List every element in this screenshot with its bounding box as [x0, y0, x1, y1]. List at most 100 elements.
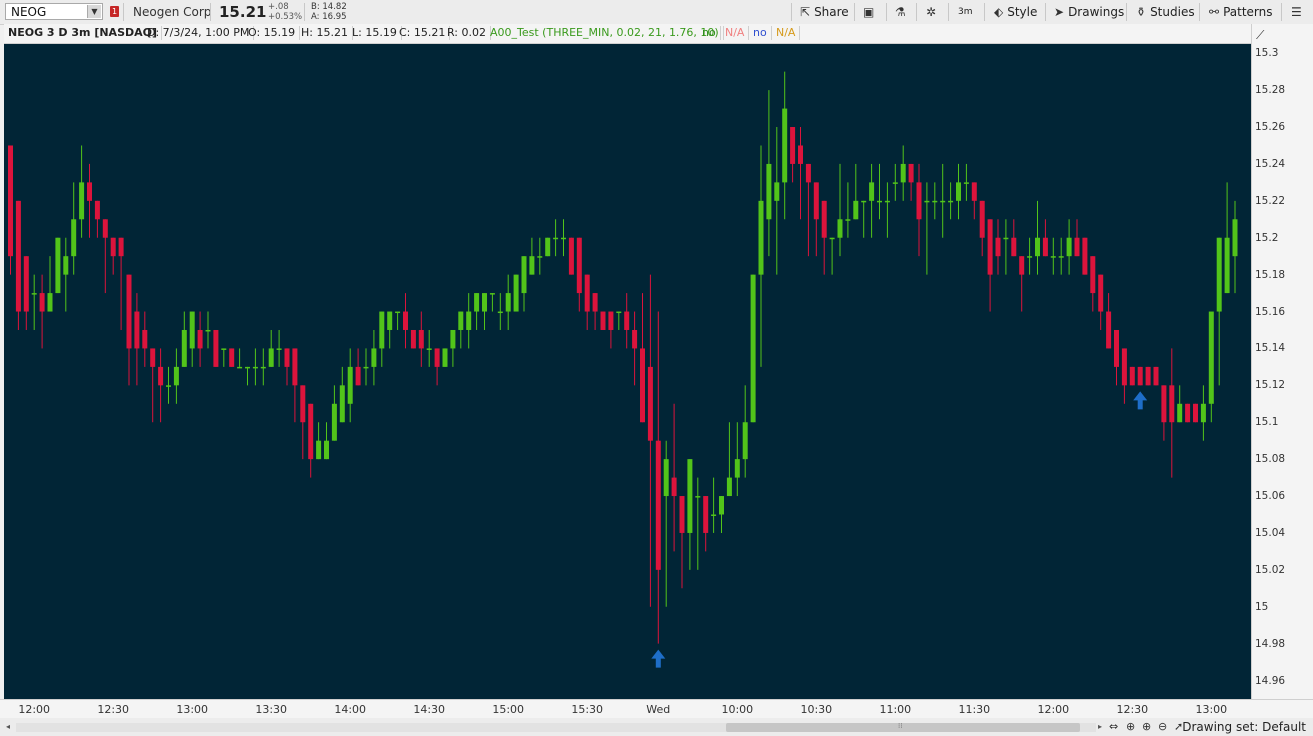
- candle-body: [426, 348, 432, 350]
- candle: [1153, 366, 1159, 386]
- candle-body: [379, 311, 385, 349]
- expand-axis-icon[interactable]: ⟋: [1256, 28, 1264, 43]
- alert-count-badge[interactable]: 1: [110, 6, 119, 17]
- candle-body: [932, 200, 938, 203]
- time-axis[interactable]: 12:00 12:30 13:00 13:30 14:00 14:30 15:00 15:30…: [0, 699, 1313, 718]
- ask-price: A: 16.95: [311, 12, 347, 22]
- net-change: +.08: [268, 2, 289, 12]
- candle: [363, 348, 369, 386]
- candle-body: [1200, 403, 1206, 423]
- candlestick-chart[interactable]: [4, 44, 1251, 699]
- style-button[interactable]: ⬖ Style: [994, 2, 1037, 22]
- time-tick-label: 11:00: [879, 703, 912, 716]
- candle: [324, 422, 329, 460]
- signal-up-arrow: [651, 649, 666, 668]
- candle: [869, 163, 875, 238]
- patterns-label: Patterns: [1223, 5, 1273, 19]
- patterns-button[interactable]: ⚯ Patterns: [1209, 2, 1273, 22]
- price-axis[interactable]: ⟋ 15.3 15.28 15.26 15.24 15.22 15.2 15.18 15.16…: [1251, 24, 1313, 699]
- candle-body: [600, 311, 606, 330]
- candle: [829, 237, 835, 275]
- candle-body: [442, 348, 448, 367]
- candle: [529, 237, 535, 275]
- settings-button[interactable]: ✲: [926, 2, 936, 22]
- candle-body: [284, 348, 290, 367]
- share-button[interactable]: ⇱ Share: [800, 2, 849, 22]
- zoom-in-icon[interactable]: ⊕: [1142, 720, 1151, 733]
- timeframe-label: 3m: [958, 7, 973, 17]
- candle-body: [711, 514, 717, 516]
- candle-body: [1232, 219, 1238, 257]
- candle-body: [292, 348, 298, 386]
- candle-body: [1027, 256, 1033, 258]
- candle: [284, 348, 290, 386]
- bottom-bar: ◂ ⁞⁞ ▸ ⇔ ⊕ ⊕ ⊖ ➚ Drawing set: Default: [0, 718, 1313, 736]
- candle: [173, 348, 179, 404]
- flask-button[interactable]: ⚗: [895, 2, 906, 22]
- legend-date: D: 7/3/24, 1:00 PM: [143, 26, 255, 40]
- drawing-set-label[interactable]: Drawing set: Default: [1182, 720, 1306, 734]
- legend-study-value-2: N/A: [721, 26, 750, 40]
- chart-title: NEOG 3 D 3m [NASDAQ]: [4, 26, 163, 40]
- candle: [640, 293, 645, 423]
- symbol-input[interactable]: NEOG ▼: [5, 3, 103, 20]
- timeframe-button[interactable]: 3m: [958, 2, 973, 22]
- candle: [331, 385, 337, 441]
- candle: [513, 274, 519, 312]
- scrollbar[interactable]: ⁞⁞: [16, 722, 1096, 732]
- candle-body: [979, 200, 985, 238]
- candle: [1035, 200, 1040, 275]
- crosshair-icon[interactable]: ⊕: [1126, 720, 1135, 733]
- candle: [995, 219, 1001, 275]
- pan-icon[interactable]: ⇔: [1109, 720, 1118, 733]
- legend-study[interactable]: A00_Test (THREE_MIN, 0.02, 21, 1.76, 10): [486, 26, 724, 40]
- candle: [1185, 403, 1191, 423]
- menu-button[interactable]: ☰: [1291, 2, 1302, 22]
- candle-body: [545, 237, 551, 257]
- candle-body: [347, 366, 353, 404]
- candle: [948, 182, 954, 220]
- candle: [158, 348, 164, 423]
- candle: [474, 293, 480, 330]
- screenshot-button[interactable]: ▣: [863, 2, 874, 22]
- candle: [260, 348, 266, 386]
- price-tick-label: 15.22: [1255, 194, 1286, 207]
- price-tick-label: 15: [1255, 600, 1269, 613]
- candle: [1169, 348, 1175, 478]
- candle-body: [576, 237, 582, 294]
- candle: [252, 348, 258, 386]
- candle: [545, 237, 551, 257]
- candle: [1232, 200, 1238, 294]
- divider: [210, 3, 211, 21]
- candle: [695, 477, 701, 570]
- candle: [790, 127, 796, 183]
- candle: [624, 293, 630, 349]
- candle: [23, 256, 29, 330]
- time-tick-label: 15:30: [571, 703, 604, 716]
- candle: [142, 311, 148, 367]
- chart-area[interactable]: [4, 44, 1251, 699]
- scroll-right-icon[interactable]: ▸: [1098, 722, 1102, 731]
- price-tick-label: 14.96: [1255, 674, 1286, 687]
- time-tick-label: 13:00: [176, 703, 209, 716]
- percent-change: +0.53%: [268, 12, 303, 22]
- candle: [189, 311, 195, 367]
- chevron-down-icon[interactable]: ▼: [87, 5, 101, 18]
- candle: [774, 127, 780, 275]
- scroll-left-icon[interactable]: ◂: [6, 722, 10, 731]
- candle: [450, 329, 456, 367]
- candle-body: [537, 256, 543, 258]
- drawings-button[interactable]: ➤ Drawings: [1054, 2, 1124, 22]
- candle-body: [924, 200, 930, 203]
- candle: [711, 477, 717, 533]
- candle-body: [719, 496, 724, 515]
- time-tick-label: 12:30: [97, 703, 130, 716]
- candle: [1042, 219, 1048, 257]
- scrollbar-thumb[interactable]: ⁞⁞: [726, 722, 1080, 732]
- candle-body: [1003, 237, 1009, 240]
- candle: [845, 182, 851, 238]
- zoom-out-icon[interactable]: ⊖: [1158, 720, 1167, 733]
- candle: [521, 256, 527, 312]
- studies-button[interactable]: ⚱ Studies: [1136, 2, 1195, 22]
- candle-body: [94, 200, 100, 220]
